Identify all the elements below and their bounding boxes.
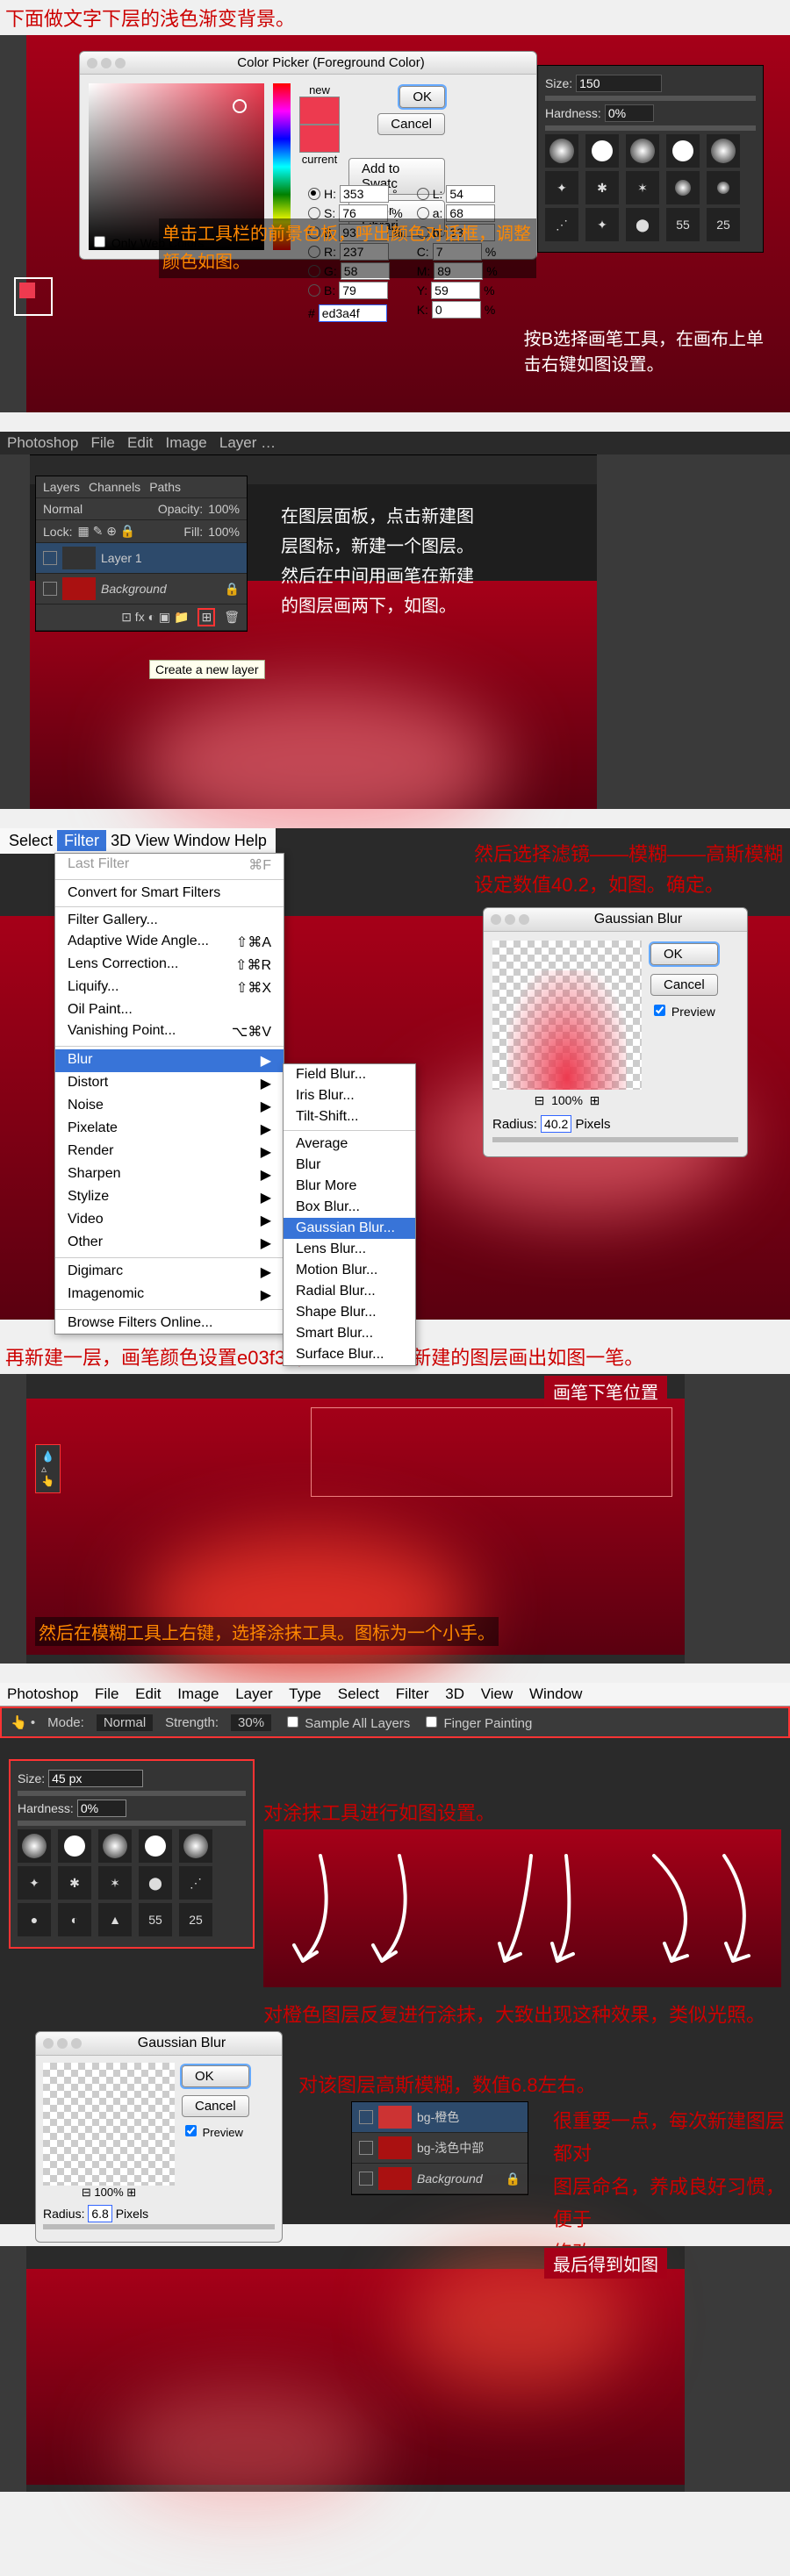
tool-options-bar: 👆 • Mode: Normal Strength: 30% Sample Al… xyxy=(0,1707,790,1738)
app-menubar: Photoshop File Edit Image Layer Type Sel… xyxy=(0,1683,790,1707)
brush-settings-panel: Size: 150 Hardness: 0% ✦✱✶ ⋰✦⬤ 5525 xyxy=(537,65,764,253)
intro-text: 下面做文字下层的浅色渐变背景。 xyxy=(0,0,790,35)
menu-filter[interactable]: Filter xyxy=(57,830,106,851)
smudge-result-note: 对橙色图层反复进行涂抹，大致出现这种效果，类似光照。 xyxy=(263,1996,765,2031)
color-picker-title: Color Picker (Foreground Color) xyxy=(133,55,529,70)
smudge-brush-panel: Size:45 px Hardness:0% ✦✱✶⬤⋰ ●◐▲5525 xyxy=(9,1759,255,1949)
gaussian-blur-dialog: Gaussian Blur ⊟ 100% ⊞ OK Cancel Preview… xyxy=(483,907,748,1157)
smudge-set-note: 对涂抹工具进行如图设置。 xyxy=(263,1794,495,1829)
smudge-note: 然后在模糊工具上右键，选择涂抹工具。图标为一个小手。 xyxy=(35,1617,499,1646)
blur2-note: 对该图层高斯模糊，数值6.8左右。 xyxy=(298,2066,596,2101)
layer-1[interactable]: Layer 1 xyxy=(101,551,142,565)
hex-input[interactable]: ed3a4f xyxy=(319,304,387,322)
color-picker-window: Color Picker (Foreground Color) new curr… xyxy=(79,51,537,260)
cancel-button[interactable]: Cancel xyxy=(377,113,445,135)
h-input[interactable]: 353 xyxy=(340,185,389,203)
gaussian-blur-dialog-2: Gaussian Blur ⊟ 100% ⊞ OK Cancel Preview… xyxy=(35,2031,283,2243)
brush-position-label: 画笔下笔位置 xyxy=(544,1376,667,1406)
menu-gaussian-blur[interactable]: Gaussian Blur... xyxy=(296,1220,395,1236)
filter-note: 然后选择滤镜——模糊——高斯模糊设定数值40.2，如图。确定。 xyxy=(474,835,783,904)
new-layer-tooltip: Create a new layer xyxy=(149,660,265,679)
tab-layers[interactable]: Layers xyxy=(43,480,80,494)
radius-input-1[interactable]: 40.2 xyxy=(541,1115,571,1133)
layers-panel: Layers Channels Paths Normal Opacity: 10… xyxy=(35,476,248,632)
current-label: current xyxy=(302,153,337,166)
new-layer-icon[interactable]: ⊞ xyxy=(198,608,215,626)
brush-size-input[interactable]: 150 xyxy=(576,75,662,92)
layer-background[interactable]: Background xyxy=(101,582,167,596)
ok-button[interactable]: OK xyxy=(399,86,445,108)
menu-blur[interactable]: Blur xyxy=(68,1052,92,1070)
brush-note: 按B选择画笔工具，在画布上单击右键如图设置。 xyxy=(524,325,764,376)
layer-note: 在图层面板，点击新建图层图标，新建一个图层。 然后在中间用画笔在新建的图层画两下… xyxy=(281,502,474,621)
final-layers-panel: bg-橙色 bg-浅色中部 Background🔒 xyxy=(351,2101,528,2195)
blur-submenu: Field Blur... Iris Blur... Tilt-Shift...… xyxy=(283,1063,416,1366)
tab-channels[interactable]: Channels xyxy=(89,480,140,494)
brush-position-box xyxy=(311,1407,672,1497)
new-label: new xyxy=(309,83,330,97)
final-label: 最后得到如图 xyxy=(544,2248,667,2279)
brush-hardness-input[interactable]: 0% xyxy=(605,104,654,122)
only-web-checkbox[interactable] xyxy=(94,236,105,247)
tab-paths[interactable]: Paths xyxy=(149,480,181,494)
filter-menu: Last Filter⌘F Convert for Smart Filters … xyxy=(54,853,284,1335)
radius-input-2[interactable]: 6.8 xyxy=(88,2205,111,2222)
preview-checkbox[interactable] xyxy=(654,1005,665,1016)
gaussian-ok-button[interactable]: OK xyxy=(650,943,718,965)
gaussian-cancel-button[interactable]: Cancel xyxy=(650,974,718,996)
smudge-size-input[interactable]: 45 px xyxy=(48,1770,143,1787)
tool-note: 单击工具栏的前景色板，呼出颜色对话框，调整颜色如图。 xyxy=(159,218,536,278)
